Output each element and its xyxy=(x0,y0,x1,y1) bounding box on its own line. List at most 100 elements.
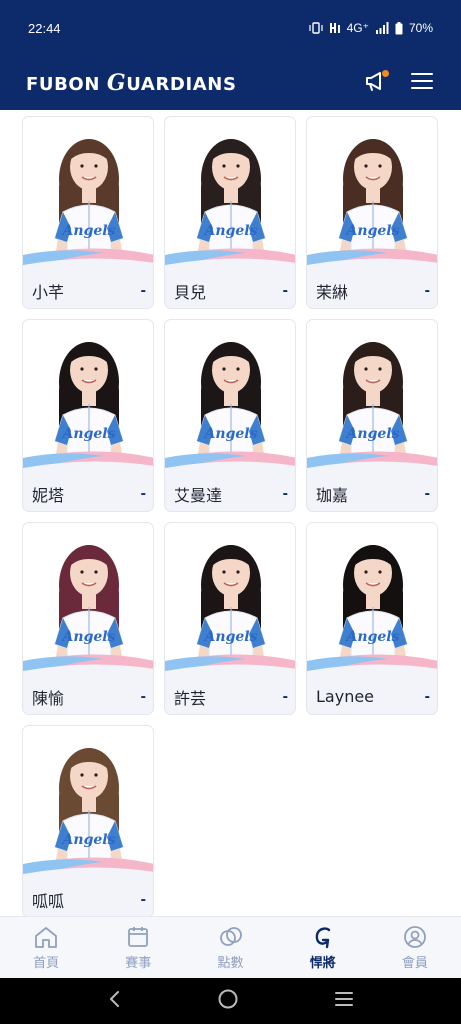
card-wave-decoration xyxy=(307,654,437,681)
member-card[interactable]: Angels 妮塔 - xyxy=(22,319,154,512)
card-wave-decoration xyxy=(307,248,437,275)
member-card-footer: 許芸 - xyxy=(165,681,295,714)
nav-guardians-label: 悍將 xyxy=(309,954,336,970)
member-card[interactable]: Angels 艾曼達 - xyxy=(164,319,296,512)
member-card[interactable]: Angels 呱呱 - xyxy=(22,725,154,916)
vibrate-icon xyxy=(309,22,323,34)
nav-points-label: 點數 xyxy=(217,954,244,970)
member-number: - xyxy=(282,687,288,705)
member-number: - xyxy=(424,687,430,705)
card-wave-decoration xyxy=(23,451,153,478)
member-name: 茉綝 xyxy=(316,282,349,302)
member-name: 許芸 xyxy=(174,688,207,708)
member-card-footer: Laynee - xyxy=(307,681,437,714)
hd-voice-icon xyxy=(329,22,341,34)
member-number: - xyxy=(282,484,288,502)
member-card-footer: 艾曼達 - xyxy=(165,478,295,511)
user-icon xyxy=(403,925,427,949)
member-photo: Angels xyxy=(307,523,437,681)
nav-games-label: 賽事 xyxy=(125,954,152,970)
svg-text:Angels: Angels xyxy=(203,629,258,645)
battery-icon xyxy=(395,21,403,35)
announcement-button[interactable] xyxy=(363,70,389,96)
card-wave-decoration xyxy=(165,451,295,478)
member-card[interactable]: Angels 貝兒 - xyxy=(164,116,296,309)
card-wave-decoration xyxy=(23,248,153,275)
card-wave-decoration xyxy=(23,857,153,884)
member-photo: Angels xyxy=(165,523,295,681)
member-name: 小芊 xyxy=(32,282,65,302)
card-wave-decoration xyxy=(165,654,295,681)
signal-icon xyxy=(375,22,389,34)
svg-text:Angels: Angels xyxy=(203,426,258,442)
member-number: - xyxy=(424,484,430,502)
network-type: 4G⁺ xyxy=(346,21,369,35)
member-photo: Angels xyxy=(23,726,153,884)
logo-text-g: G xyxy=(106,70,127,96)
home-icon xyxy=(33,925,59,949)
points-icon xyxy=(218,925,244,949)
card-wave-decoration xyxy=(23,654,153,681)
calendar-icon xyxy=(126,925,150,949)
member-name: 貝兒 xyxy=(174,282,207,302)
member-photo: Angels xyxy=(23,523,153,681)
svg-text:Angels: Angels xyxy=(203,223,258,239)
menu-button[interactable] xyxy=(409,70,435,96)
member-photo: Angels xyxy=(307,320,437,478)
card-wave-decoration xyxy=(165,248,295,275)
svg-text:Angels: Angels xyxy=(61,832,116,848)
member-name: 陳愉 xyxy=(32,688,65,708)
nav-home-label: 首頁 xyxy=(33,954,60,970)
member-name: 呱呱 xyxy=(32,891,65,911)
member-name: 妮塔 xyxy=(32,485,65,505)
home-circle-icon[interactable] xyxy=(217,988,239,1015)
member-grid: Angels 小芊 - Angels 貝兒 - Angels 茉綝 - Angels 妮塔 - Ange… xyxy=(22,116,439,916)
hamburger-menu-icon xyxy=(411,72,433,95)
header-actions xyxy=(363,70,435,96)
member-number: - xyxy=(140,484,146,502)
member-card-footer: 貝兒 - xyxy=(165,275,295,308)
nav-member[interactable]: 會員 xyxy=(369,917,461,978)
member-number: - xyxy=(140,687,146,705)
svg-text:Angels: Angels xyxy=(61,629,116,645)
guardians-g-icon xyxy=(311,925,335,949)
member-card[interactable]: Angels 許芸 - xyxy=(164,522,296,715)
card-wave-decoration xyxy=(307,451,437,478)
logo-text-suffix: UARDIANS xyxy=(126,74,237,95)
member-card-footer: 珈嘉 - xyxy=(307,478,437,511)
member-card[interactable]: Angels 茉綝 - xyxy=(306,116,438,309)
member-card-footer: 呱呱 - xyxy=(23,884,153,916)
member-card[interactable]: Angels 陳愉 - xyxy=(22,522,154,715)
member-card-footer: 茉綝 - xyxy=(307,275,437,308)
member-card[interactable]: Angels 小芊 - xyxy=(22,116,154,309)
battery-percent: 70% xyxy=(408,21,433,35)
svg-text:Angels: Angels xyxy=(345,223,400,239)
svg-text:Angels: Angels xyxy=(345,629,400,645)
member-card-footer: 小芊 - xyxy=(23,275,153,308)
nav-member-label: 會員 xyxy=(401,954,428,970)
svg-text:Angels: Angels xyxy=(345,426,400,442)
status-time: 22:44 xyxy=(28,20,61,36)
nav-points[interactable]: 點數 xyxy=(184,917,276,978)
member-photo: Angels xyxy=(307,117,437,275)
member-card[interactable]: Angels Laynee - xyxy=(306,522,438,715)
recents-icon[interactable] xyxy=(334,990,354,1013)
member-photo: Angels xyxy=(23,117,153,275)
member-number: - xyxy=(282,281,288,299)
status-bar: 22:44 4G⁺ 70% xyxy=(0,0,461,56)
bottom-navigation: 首頁 賽事 點數 悍將 會員 xyxy=(0,916,461,978)
cheerleader-list[interactable]: Angels 小芊 - Angels 貝兒 - Angels 茉綝 - Angels 妮塔 - Ange… xyxy=(0,110,461,916)
nav-home[interactable]: 首頁 xyxy=(0,917,92,978)
fubon-guardians-logo[interactable]: FUBON GUARDIANS xyxy=(26,70,237,96)
app-header: FUBON GUARDIANS xyxy=(0,56,461,110)
member-name: 艾曼達 xyxy=(174,485,223,505)
member-card[interactable]: Angels 珈嘉 - xyxy=(306,319,438,512)
nav-guardians[interactable]: 悍將 xyxy=(277,917,369,978)
member-photo: Angels xyxy=(23,320,153,478)
member-number: - xyxy=(140,281,146,299)
member-number: - xyxy=(140,890,146,908)
status-icons: 4G⁺ 70% xyxy=(309,21,433,35)
nav-games[interactable]: 賽事 xyxy=(92,917,184,978)
svg-text:Angels: Angels xyxy=(61,223,116,239)
back-icon[interactable] xyxy=(107,989,123,1014)
